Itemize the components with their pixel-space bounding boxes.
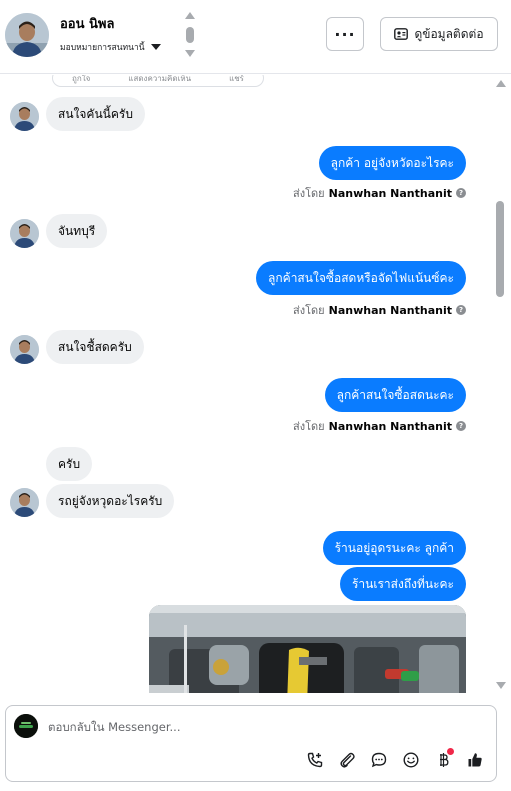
message-bubble-incoming[interactable]: ครับ [46, 447, 93, 481]
message-bubble-incoming[interactable]: จันทบุรี [46, 214, 108, 248]
contact-avatar[interactable] [5, 13, 49, 57]
thread-header: ออน นิพล มอบหมายการสนทนานี้ ··· ดูข้อมูล… [0, 0, 511, 74]
sent-by-line: ส่งโดย Nanwhan Nanthanit ? [293, 184, 466, 202]
scroll-up-icon[interactable] [185, 12, 195, 19]
message-bubble-incoming[interactable]: รถยู่จังหวุดอะไรครับ [46, 484, 175, 518]
notification-dot [447, 748, 454, 755]
info-icon[interactable]: ? [456, 188, 466, 198]
more-icon: ··· [334, 24, 356, 44]
message-bubble-outgoing[interactable]: ร้านอยู่อุดรนะคะ ลูกค้า [322, 531, 466, 565]
payment-icon[interactable] [432, 748, 454, 771]
message-bubble-incoming[interactable]: สนใจคันนี้ครับ [46, 97, 145, 131]
like-icon[interactable] [464, 749, 486, 771]
sent-by-prefix: ส่งโดย [293, 304, 325, 317]
contact-info-label: ดูข้อมูลติดต่อ [414, 26, 484, 41]
paperclip-icon[interactable] [336, 749, 358, 771]
info-icon[interactable]: ? [456, 305, 466, 315]
contact-name[interactable]: ออน นิพล [60, 13, 114, 34]
message-bubble-incoming[interactable]: สนใจชื้สดครับ [46, 330, 144, 364]
message-bubble-outgoing[interactable]: ลูกค้า อยู่จังหวัดอะไรคะ [318, 146, 466, 180]
scroll-thumb[interactable] [496, 201, 504, 297]
assign-conversation-dropdown[interactable]: มอบหมายการสนทนานี้ [60, 40, 161, 54]
sender-avatar[interactable] [10, 219, 39, 248]
sent-by-name: Nanwhan Nanthanit [328, 186, 452, 200]
comment-label[interactable]: แสดงความคิดเห็น [128, 75, 191, 85]
info-icon[interactable]: ? [456, 421, 466, 431]
add-call-icon[interactable] [304, 749, 326, 771]
sender-avatar[interactable] [10, 335, 39, 364]
sender-avatar[interactable] [10, 488, 39, 517]
reply-input[interactable] [48, 717, 468, 737]
reply-composer [5, 705, 497, 782]
sent-by-line: ส่งโดย Nanwhan Nanthanit ? [293, 301, 466, 319]
sent-by-prefix: ส่งโดย [293, 187, 325, 200]
sent-by-name: Nanwhan Nanthanit [328, 419, 452, 433]
message-list[interactable]: ถูกใจ แสดงความคิดเห็น แชร์ สนใจคันนี้ครั… [0, 75, 493, 693]
scroll-down-icon[interactable] [496, 682, 506, 689]
scroll-up-icon[interactable] [496, 80, 506, 87]
post-reaction-strip: ถูกใจ แสดงความคิดเห็น แชร์ [52, 75, 264, 87]
sent-by-name: Nanwhan Nanthanit [328, 303, 452, 317]
messenger-inbox-thread: ออน นิพล มอบหมายการสนทนานี้ ··· ดูข้อมูล… [0, 0, 511, 791]
scroll-down-icon[interactable] [185, 50, 195, 57]
emoji-icon[interactable] [400, 749, 422, 771]
saved-reply-icon[interactable] [368, 749, 390, 771]
page-avatar[interactable] [14, 714, 38, 738]
photo-attachment[interactable] [149, 605, 466, 693]
assign-label: มอบหมายการสนทนานี้ [60, 43, 145, 53]
like-label[interactable]: ถูกใจ [72, 75, 90, 85]
scroll-thumb[interactable] [186, 27, 194, 43]
sender-avatar[interactable] [10, 102, 39, 131]
message-bubble-outgoing[interactable]: ลูกค้าสนใจซื้อสดหรือจัดไฟแน้นซ์คะ [256, 261, 466, 295]
contact-card-icon [394, 28, 409, 40]
composer-toolbar [304, 748, 486, 771]
sent-by-prefix: ส่งโดย [293, 420, 325, 433]
message-bubble-outgoing[interactable]: ร้านเราส่งถึงที่นะคะ [339, 567, 466, 601]
header-scrollbar[interactable] [184, 12, 196, 58]
view-contact-info-button[interactable]: ดูข้อมูลติดต่อ [380, 17, 498, 51]
message-scrollbar[interactable] [493, 75, 511, 693]
message-bubble-outgoing[interactable]: ลูกค้าสนใจซื้อสดนะคะ [324, 378, 466, 412]
sent-by-line: ส่งโดย Nanwhan Nanthanit ? [293, 417, 466, 435]
more-options-button[interactable]: ··· [326, 17, 364, 51]
share-label[interactable]: แชร์ [229, 75, 244, 85]
chevron-down-icon [150, 44, 161, 50]
